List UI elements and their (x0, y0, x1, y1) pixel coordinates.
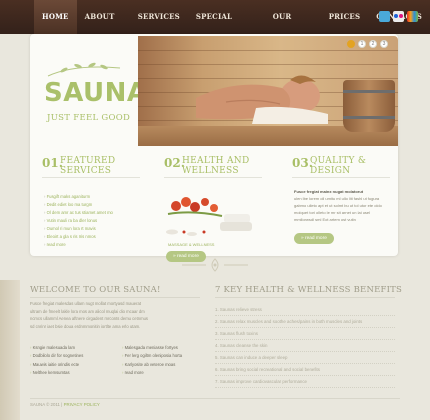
paragraph-line: mmllorwsdl sml Eot artem ost vutin (294, 217, 356, 222)
feature-title-line: FEATURED (60, 156, 116, 166)
benefits-title: 7 KEY HEALTH & WELLNESS BENEFITS (215, 285, 403, 295)
divider (292, 177, 390, 178)
list-item: 2. Saunas relax muscles and soothe aches… (215, 316, 395, 328)
logo-title: SAUNA (44, 78, 148, 108)
logo[interactable]: SAUNA JUST FEEL GOOD (30, 34, 147, 142)
services-link-list: Fusgift maks aganiturm Dedit ediet loo m… (44, 193, 144, 249)
slider-dot-active[interactable] (347, 40, 355, 48)
list-item[interactable]: Ol dem amr ac tus stiamet amet mo (44, 209, 144, 217)
divider (30, 297, 200, 298)
benefits-list: 1. Saunas relieve stress 2. Saunas relax… (215, 304, 395, 388)
feature-title-line: HEALTH AND (182, 156, 250, 166)
side-wood-decoration (0, 280, 20, 420)
feature-title: QUALITY & DESIGN (310, 156, 398, 176)
twitter-icon[interactable] (379, 11, 390, 22)
logo-tagline: JUST FEEL GOOD (47, 113, 131, 123)
feature-quality: 03. QUALITY & DESIGN Fusce fregiat mainx… (280, 152, 398, 256)
top-navigation-bar: HOME ABOUT US SERVICES SPECIAL OFFERS OU… (0, 0, 430, 55)
paragraph-line: Fusce fregiat mainx nugat molatorut (294, 189, 364, 194)
nav-item-home[interactable]: HOME (34, 0, 77, 34)
paragraph-line: Fusce fregiat malesdas ullam nugt mollat… (30, 301, 142, 306)
feature-title: HEALTH AND WELLNESS (182, 156, 270, 176)
list-item: 3. Saunas flush toxins (215, 328, 395, 340)
nav-item-services[interactable]: SERVICES (130, 0, 188, 34)
list-item[interactable]: Eleoirt a gla s ris Iris nmos (44, 233, 144, 241)
list-item[interactable]: Vutin mauli ra ba dler lonus (44, 217, 144, 225)
slider-pager: 1 2 3 (347, 40, 388, 48)
list-item: 5. Saunas can induce a deeper sleep (215, 352, 395, 364)
paragraph-line: gabmo ulleto apt et ut solmt bu ut tol u… (294, 203, 382, 208)
slider-dot-3[interactable]: 3 (380, 40, 388, 48)
feature-title: FEATURED SERVICES (60, 156, 148, 176)
social-links (379, 11, 418, 22)
footer: SAUNA © 2011 | PRIVACY POLICY (30, 402, 100, 407)
list-item: 7. Saunas improve cardiovascular perform… (215, 376, 395, 388)
nav-item-prices[interactable]: PRICES (321, 0, 369, 34)
list-item: 1. Saunas relieve stress (215, 304, 395, 316)
slider-dot-1[interactable]: 1 (358, 40, 366, 48)
main-nav: HOME ABOUT US SERVICES SPECIAL OFFERS OU… (34, 0, 430, 55)
nav-item-our-staff[interactable]: OUR STAFF (265, 0, 321, 55)
rss-icon[interactable] (407, 11, 418, 22)
list-item[interactable]: Karlyosite ab veteroe moas (122, 361, 208, 369)
list-item: 4. Saunas cleanse the skin (215, 340, 395, 352)
main-card: SAUNA JUST FEEL GOOD 1 2 3 01. FEATURED (30, 34, 398, 262)
welcome-links-left: Ksngie malesuada lam Dodbilolo dir for s… (30, 344, 116, 377)
sauna-bucket (343, 80, 395, 132)
footer-divider (30, 398, 400, 399)
feature-title-line: WELLNESS (182, 166, 239, 176)
list-item[interactable]: Fusgift maks aganiturm (44, 193, 144, 201)
feature-services: 01. FEATURED SERVICES Fusgift maks agani… (30, 152, 148, 256)
nav-item-special-offers[interactable]: SPECIAL OFFERS (188, 0, 265, 55)
list-item: 6. Saunas bring social recreational and … (215, 364, 395, 376)
feature-title-line: SERVICES (60, 166, 112, 176)
nav-item-about-us[interactable]: ABOUT US (77, 0, 130, 55)
welcome-title: WELCOME TO OUR SAUNA! (30, 285, 161, 295)
paragraph-line: ultram de fmeelt lakle lora mos am alico… (30, 308, 145, 314)
list-item[interactable]: Dedit ediet loo ma turgm (44, 201, 144, 209)
features-row: 01. FEATURED SERVICES Fusgift maks agani… (30, 152, 398, 262)
feature-title-line: DESIGN (310, 166, 351, 176)
read-more-link[interactable]: read more (44, 241, 144, 249)
paragraph-line: ulen lbe lorem oll umitu ml ullo liti fa… (294, 196, 380, 201)
divider (164, 177, 262, 178)
list-item[interactable]: Ksngie malesuada lam (30, 344, 116, 352)
privacy-policy-link[interactable]: PRIVACY POLICY (64, 402, 100, 407)
list-item[interactable]: Nelthee kemsumtas (30, 369, 116, 377)
divider (42, 177, 140, 178)
welcome-links-right: Malesgada meniasse fortyes Fer lerg ogil… (122, 344, 208, 377)
read-more-button[interactable]: » read more (294, 233, 334, 244)
list-item[interactable]: Malesgada meniasse fortyes (122, 344, 208, 352)
spa-flowers-image (166, 197, 252, 236)
list-item[interactable]: Fer lerg ogiltm oleniposia horta (122, 352, 208, 360)
relaxing-man-illustration (196, 75, 328, 124)
feature-paragraph: Fusce fregiat mainx nugat molatorut ulen… (294, 188, 394, 223)
paragraph-line: sd cnrinr iaet bsie doua erdnmmonitin io… (30, 323, 141, 329)
hero-slider-image[interactable]: 1 2 3 (138, 36, 398, 146)
copyright-text: SAUNA © 2011 | (30, 402, 63, 407)
image-caption: MASSAGE & WELLNESS (168, 242, 215, 247)
slider-dot-2[interactable]: 2 (369, 40, 377, 48)
read-more-link[interactable]: read more (122, 369, 208, 377)
list-item[interactable]: Mauwis iaitie orindis ecte (30, 361, 116, 369)
flickr-icon[interactable] (393, 11, 404, 22)
list-item[interactable]: Dodbilolo dir for sognetines (30, 352, 116, 360)
list-item[interactable]: Oumol ri mun lora rt mavis (44, 225, 144, 233)
feature-health: 02. HEALTH AND WELLNESS MASSAGE & WELLNE… (152, 152, 270, 262)
divider (215, 297, 395, 298)
welcome-paragraph: Fusce fregiat malesdas ullam nugt mollat… (30, 300, 200, 330)
feature-title-line: QUALITY & (310, 156, 367, 166)
ornament-divider (182, 258, 248, 272)
paragraph-line: ncmcs ullamml Aenea aftnere cirgadent mr… (30, 316, 149, 321)
paragraph-line: molquet tori olleto le mr sit arnet un l… (294, 210, 371, 215)
